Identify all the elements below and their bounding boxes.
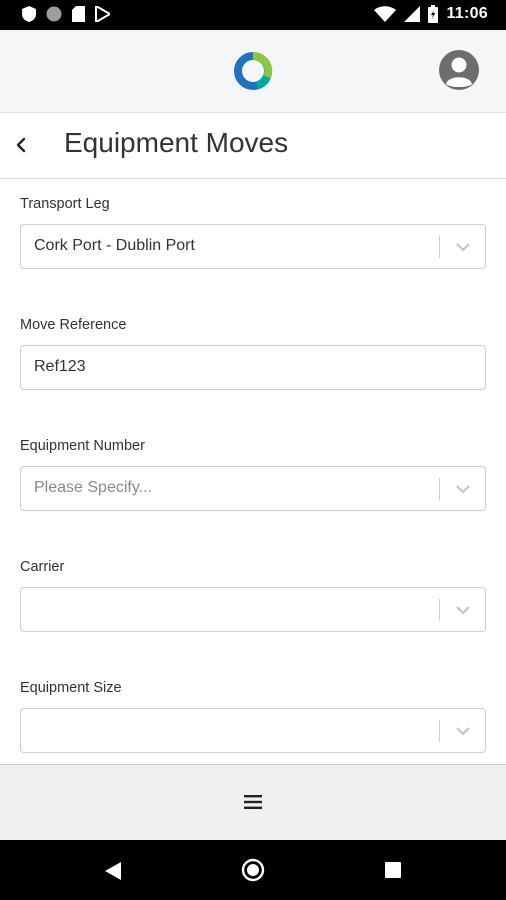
nav-back-button[interactable] [104,861,122,881]
battery-icon [428,5,439,23]
chevron-down-icon [456,485,470,494]
move-reference-input[interactable]: Ref123 [20,345,486,390]
back-button[interactable] [12,134,32,156]
transport-leg-value: Cork Port - Dublin Port [34,237,195,254]
shield-icon [22,6,36,22]
play-store-icon [95,6,110,22]
equipment-number-placeholder: Please Specify... [34,479,152,496]
user-avatar-icon[interactable] [438,49,480,91]
equipment-size-label: Equipment Size [20,680,122,696]
select-divider [439,599,440,621]
system-nav-bar [0,840,506,900]
status-bar: 11:06 [0,0,506,30]
equipment-number-select[interactable]: Please Specify... [20,466,486,511]
move-reference-value: Ref123 [34,358,86,375]
equipment-number-label: Equipment Number [20,438,145,454]
status-time: 11:06 [446,5,488,22]
move-reference-label: Move Reference [20,317,127,333]
nav-home-button[interactable] [241,858,265,882]
circle-status-icon [46,6,62,22]
transport-leg-label: Transport Leg [20,196,110,212]
carrier-select[interactable] [20,587,486,632]
hamburger-menu-icon[interactable] [244,794,262,810]
page-title: Equipment Moves [64,127,289,158]
chevron-down-icon [456,727,470,736]
nav-recents-button[interactable] [385,862,401,878]
chevron-down-icon [456,606,470,615]
chevron-down-icon [456,243,470,252]
select-divider [439,236,440,258]
bottom-toolbar [0,764,506,841]
app-logo[interactable] [233,51,273,91]
page-header: Equipment Moves [0,113,506,179]
equipment-size-select[interactable] [20,708,486,753]
transport-leg-select[interactable]: Cork Port - Dublin Port [20,224,486,269]
app-header [0,30,506,113]
select-divider [439,478,440,500]
select-divider [439,720,440,742]
equipment-move-form: Transport Leg Cork Port - Dublin Port Mo… [0,179,506,764]
wifi-icon [374,6,397,22]
carrier-label: Carrier [20,559,65,575]
sd-card-icon [72,6,85,22]
signal-icon [404,6,421,22]
